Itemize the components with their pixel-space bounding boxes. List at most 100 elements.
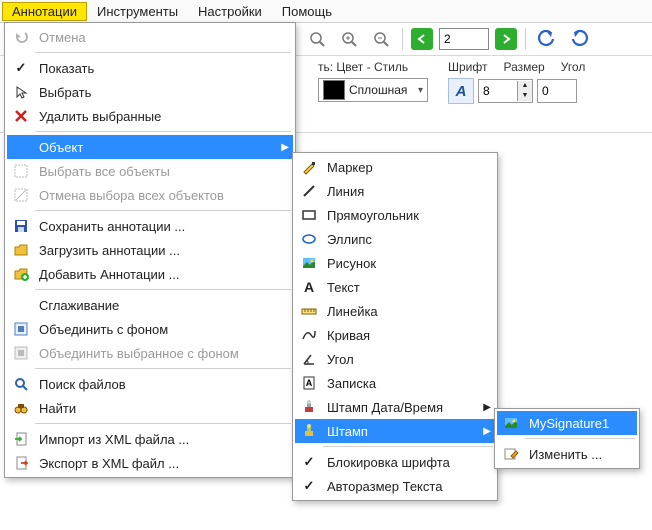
menu-image[interactable]: Рисунок [295,251,495,275]
next-page-button[interactable] [495,28,517,50]
line-icon [299,181,319,201]
menu-show[interactable]: ✓ Показать [7,56,293,80]
menu-object[interactable]: Объект ▶ [7,135,293,159]
search-icon [11,374,31,394]
zoom-out-icon[interactable] [368,26,394,52]
menu-separator [323,446,493,447]
blank-icon [11,295,31,315]
menu-export-xml[interactable]: Экспорт в XML файл ... [7,451,293,475]
menu-stamp[interactable]: Штамп▶ [295,419,495,443]
curve-icon [299,325,319,345]
line-style-combo[interactable]: Сплошная ▾ [318,78,428,102]
ellipse-icon [299,229,319,249]
menu-angle[interactable]: Угол [295,347,495,371]
menu-import-xml[interactable]: Импорт из XML файла ... [7,427,293,451]
menu-separator [35,368,291,369]
check-icon: ✓ [299,452,319,472]
menu-label: Экспорт в XML файл ... [39,456,179,471]
stamp-submenu: MySignature1 Изменить ... [494,408,640,469]
note-icon: A [299,373,319,393]
rotate-left-icon[interactable] [534,26,560,52]
menu-delete-selected[interactable]: Удалить выбранные [7,104,293,128]
select-all-icon [11,161,31,181]
zoom-actual-icon[interactable] [304,26,330,52]
menu-help[interactable]: Помощь [272,2,342,21]
delete-icon [11,106,31,126]
menu-label: Загрузить аннотации ... [39,243,180,258]
add-folder-icon [11,264,31,284]
menu-label: Отмена [39,30,86,45]
size-label: Размер [503,60,544,74]
font-label: Шрифт [448,60,487,74]
menu-marker[interactable]: Маркер [295,155,495,179]
menu-lock-font[interactable]: ✓Блокировка шрифта [295,450,495,474]
menu-load-annotations[interactable]: Загрузить аннотации ... [7,238,293,262]
prev-page-button[interactable] [411,28,433,50]
menu-label: Удалить выбранные [39,109,161,124]
open-icon [11,240,31,260]
annotations-menu: Отмена ✓ Показать Выбрать Удалить выбран… [4,22,296,478]
page-number-input[interactable] [439,28,489,50]
menu-separator [35,52,291,53]
color-swatch-icon [323,80,345,100]
menu-merge-bg[interactable]: Объединить с фоном [7,317,293,341]
angle-spinner[interactable] [537,79,577,103]
menu-ellipse[interactable]: Эллипс [295,227,495,251]
menu-settings[interactable]: Настройки [188,2,272,21]
menu-signature1[interactable]: MySignature1 [497,411,637,435]
menu-note[interactable]: AЗаписка [295,371,495,395]
menu-smoothing[interactable]: Сглаживание [7,293,293,317]
size-spinner[interactable]: ▲▼ [478,79,533,103]
svg-text:A: A [306,378,313,388]
image-icon [501,413,521,433]
line-style-value: Сплошная [345,83,412,97]
image-icon [299,253,319,273]
object-submenu: Маркер Линия Прямоугольник Эллипс Рисуно… [292,152,498,501]
menu-label: Поиск файлов [39,377,126,392]
save-icon [11,216,31,236]
angle-input[interactable] [538,84,576,98]
menu-find-files[interactable]: Поиск файлов [7,372,293,396]
menu-find[interactable]: Найти [7,396,293,420]
menu-autosize-text[interactable]: ✓Авторазмер Текста [295,474,495,498]
menu-text[interactable]: AТекст [295,275,495,299]
menu-label: MySignature1 [529,416,609,431]
rect-icon [299,205,319,225]
zoom-in-icon[interactable] [336,26,362,52]
menu-select[interactable]: Выбрать [7,80,293,104]
menu-stamp-datetime[interactable]: Штамп Дата/Время ▶ [295,395,495,419]
menu-ruler[interactable]: Линейка [295,299,495,323]
spin-down-icon[interactable]: ▼ [518,91,532,101]
font-button[interactable]: A [448,78,474,104]
menu-label: Маркер [327,160,373,175]
menu-label: Штамп Дата/Время [327,400,443,415]
blank-icon [11,137,31,157]
menu-annotations[interactable]: Аннотации [2,2,87,21]
menu-save-annotations[interactable]: Сохранить аннотации ... [7,214,293,238]
edit-icon [501,444,521,464]
menu-add-annotations[interactable]: Добавить Аннотации ... [7,262,293,286]
menu-tools[interactable]: Инструменты [87,2,188,21]
check-icon: ✓ [11,58,31,78]
menu-deselect-all: Отмена выбора всех объектов [7,183,293,207]
menu-undo: Отмена [7,25,293,49]
toolbar-separator [402,28,403,50]
menu-label: Отмена выбора всех объектов [39,188,224,203]
color-style-group: ть: Цвет - Стиль Сплошная ▾ [318,60,428,102]
menu-edit-stamps[interactable]: Изменить ... [497,442,637,466]
menu-label: Объединить с фоном [39,322,168,337]
menu-label: Линия [327,184,364,199]
menubar: Аннотации Инструменты Настройки Помощь [0,0,652,23]
check-icon: ✓ [299,476,319,496]
menu-line[interactable]: Линия [295,179,495,203]
rotate-right-icon[interactable] [566,26,592,52]
chevron-down-icon: ▾ [418,85,423,96]
menu-separator [35,210,291,211]
menu-rect[interactable]: Прямоугольник [295,203,495,227]
size-input[interactable] [479,84,517,98]
spin-up-icon[interactable]: ▲ [518,81,532,91]
menu-label: Импорт из XML файла ... [39,432,189,447]
menu-curve[interactable]: Кривая [295,323,495,347]
submenu-arrow-icon: ▶ [483,402,491,413]
menu-label: Текст [327,280,360,295]
